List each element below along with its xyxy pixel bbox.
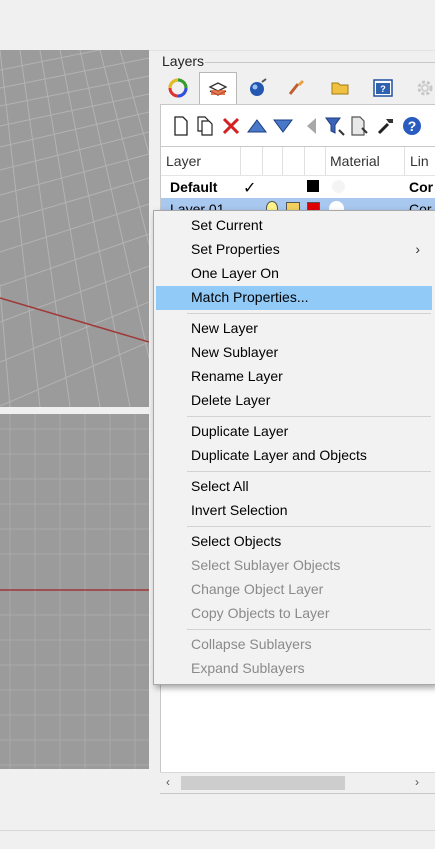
menu-item-duplicate-layer-and-objects[interactable]: Duplicate Layer and Objects bbox=[156, 444, 432, 468]
help-icon[interactable]: ? bbox=[401, 114, 423, 138]
menu-item-copy-objects-to-layer: Copy Objects to Layer bbox=[191, 605, 330, 621]
menu-item-duplicate-layer[interactable]: Duplicate Layer bbox=[156, 420, 432, 444]
top-strip bbox=[0, 0, 435, 51]
menu-item-invert-selection[interactable]: Invert Selection bbox=[156, 499, 432, 523]
move-up-icon[interactable] bbox=[246, 114, 268, 138]
horizontal-scrollbar[interactable]: ‹ › bbox=[160, 772, 435, 793]
render-sphere-icon[interactable] bbox=[240, 72, 276, 103]
submenu-arrow-icon: › bbox=[415, 241, 420, 257]
column-linetype[interactable]: Lin bbox=[410, 153, 429, 169]
menu-item-new-sublayer[interactable]: New Sublayer bbox=[156, 341, 432, 365]
help-box-icon[interactable]: ? bbox=[365, 72, 401, 103]
viewport-separator[interactable] bbox=[0, 407, 150, 414]
svg-text:?: ? bbox=[408, 118, 417, 134]
menu-item-collapse-sublayers: Collapse Sublayers bbox=[191, 636, 312, 652]
color-wheel-icon[interactable] bbox=[160, 72, 196, 103]
filter-icon[interactable] bbox=[324, 114, 346, 138]
layers-icon[interactable] bbox=[199, 72, 237, 104]
top-grid bbox=[0, 414, 149, 769]
menu-item-one-layer-on[interactable]: One Layer On bbox=[156, 262, 432, 286]
menu-item-set-current[interactable]: Set Current bbox=[156, 214, 432, 238]
title-divider bbox=[205, 62, 435, 63]
status-bar bbox=[0, 830, 435, 849]
menu-separator bbox=[187, 471, 431, 472]
move-down-icon[interactable] bbox=[272, 114, 294, 138]
new-sublayer-icon[interactable] bbox=[194, 114, 216, 138]
menu-item-delete-layer[interactable]: Delete Layer bbox=[156, 389, 432, 413]
column-material[interactable]: Material bbox=[330, 153, 380, 169]
menu-item-match-properties[interactable]: Match Properties... bbox=[156, 286, 432, 310]
menu-separator bbox=[187, 416, 431, 417]
list-header: Layer Material Lin bbox=[161, 147, 435, 176]
menu-item-select-objects[interactable]: Select Objects bbox=[156, 530, 432, 554]
menu-separator bbox=[187, 526, 431, 527]
current-check-icon: ✓ bbox=[243, 180, 257, 197]
menu-item-select-all[interactable]: Select All bbox=[156, 475, 432, 499]
new-layer-icon[interactable] bbox=[170, 114, 192, 138]
menu-item-set-properties[interactable]: Set Properties › bbox=[156, 238, 432, 262]
menu-separator bbox=[187, 629, 431, 630]
svg-text:?: ? bbox=[380, 84, 386, 94]
material-icon[interactable] bbox=[332, 180, 345, 193]
panel-title: Layers bbox=[162, 53, 205, 69]
layer-name: Default bbox=[170, 179, 218, 195]
menu-item-expand-sublayers: Expand Sublayers bbox=[191, 660, 305, 676]
linetype-value: Cor bbox=[409, 179, 434, 195]
brush-icon[interactable] bbox=[278, 72, 314, 103]
scroll-right-icon[interactable]: › bbox=[415, 775, 419, 789]
menu-item-rename-layer[interactable]: Rename Layer bbox=[156, 365, 432, 389]
folder-icon[interactable] bbox=[322, 72, 358, 103]
menu-item-change-object-layer: Change Object Layer bbox=[191, 581, 324, 597]
context-menu: Set Current Set Properties › One Layer On… bbox=[153, 210, 435, 685]
layer-row-default[interactable]: Default ✓ Cor bbox=[161, 176, 435, 198]
layer-toolbar: ? bbox=[160, 104, 435, 148]
column-layer[interactable]: Layer bbox=[166, 153, 201, 169]
properties-icon[interactable] bbox=[348, 114, 370, 138]
menu-item-new-layer[interactable]: New Layer bbox=[156, 317, 432, 341]
layer-color-swatch[interactable] bbox=[307, 180, 319, 192]
top-viewport[interactable] bbox=[0, 414, 149, 769]
perspective-grid bbox=[0, 50, 149, 407]
perspective-viewport[interactable] bbox=[0, 50, 149, 407]
scroll-left-icon[interactable]: ‹ bbox=[166, 775, 170, 789]
panel-tabs: ? bbox=[160, 72, 435, 104]
menu-separator bbox=[187, 313, 431, 314]
gear-icon[interactable] bbox=[407, 72, 435, 103]
scroll-thumb[interactable] bbox=[181, 776, 345, 790]
menu-item-select-sublayer-objects: Select Sublayer Objects bbox=[191, 557, 341, 573]
tools-icon[interactable] bbox=[375, 114, 397, 138]
move-out-icon[interactable] bbox=[300, 114, 322, 138]
delete-icon[interactable] bbox=[220, 114, 242, 138]
